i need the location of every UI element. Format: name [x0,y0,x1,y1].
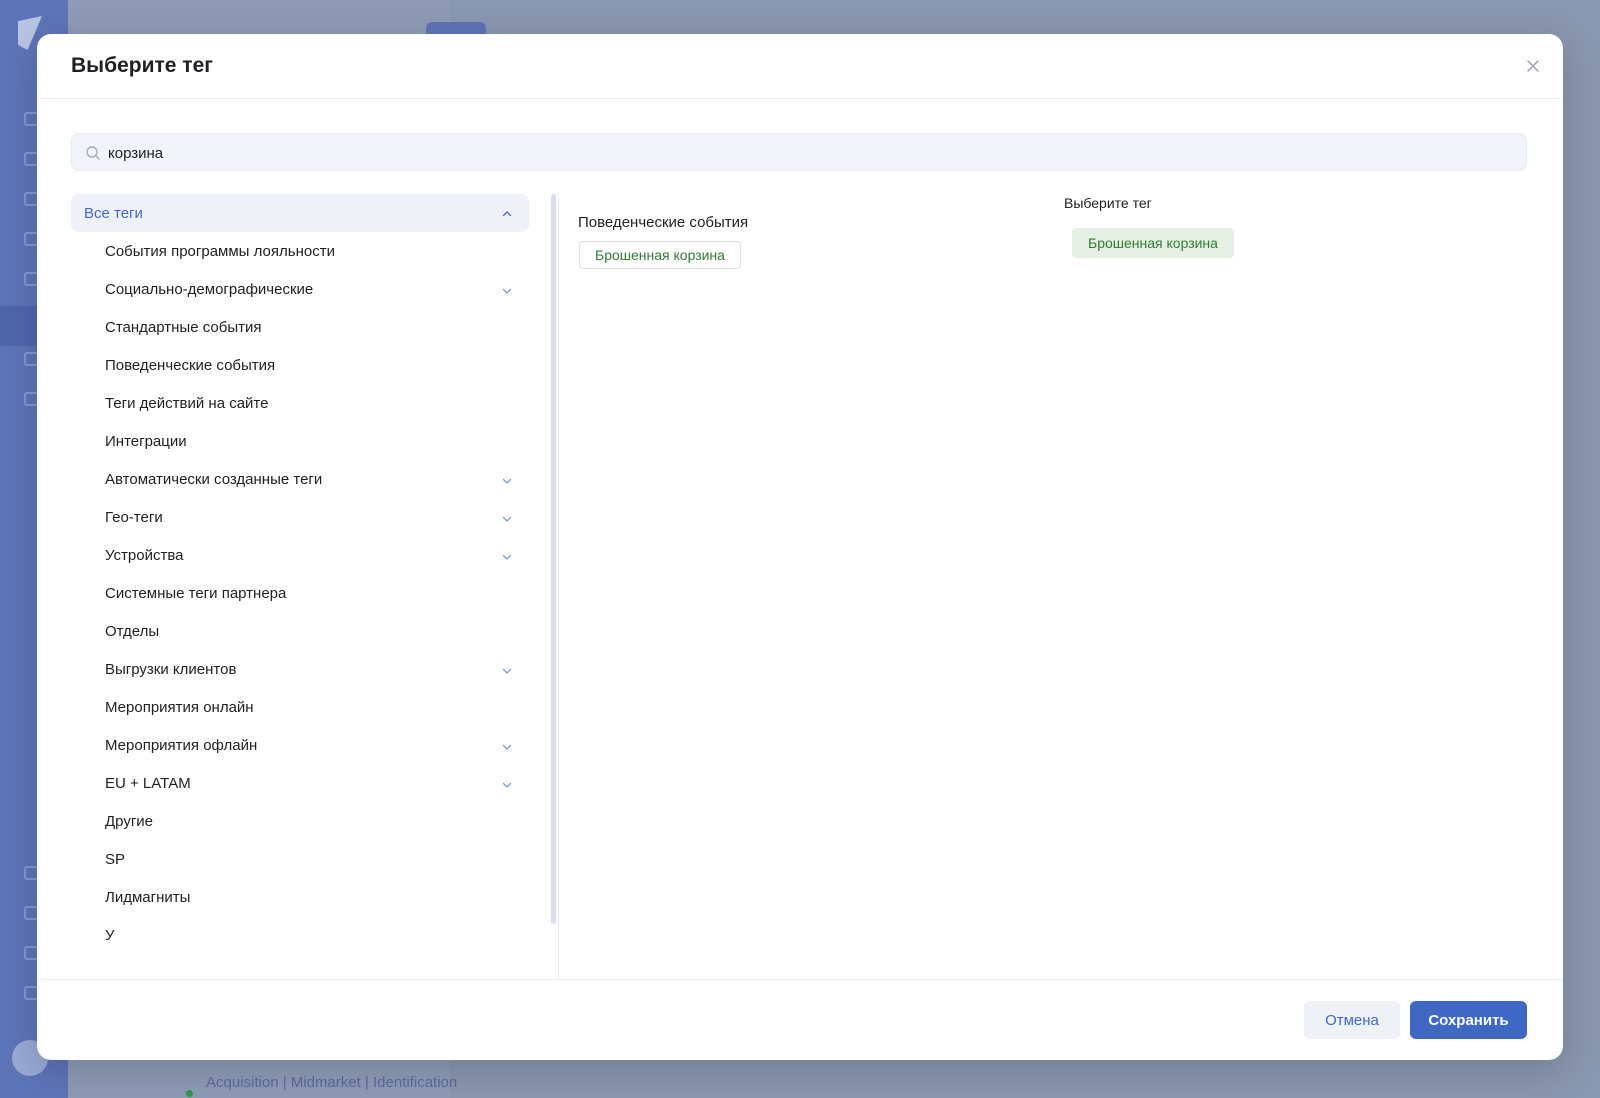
tree-item[interactable]: Стандартные события [71,308,529,346]
tree-item-label: SP [105,851,126,868]
tree-scrollbar[interactable] [551,194,556,924]
save-button[interactable]: Сохранить [1410,1001,1527,1039]
chevron-down-icon[interactable] [501,550,513,568]
tree-item-label: EU + LATAM [105,775,191,792]
tree-item-label: Лидмагниты [105,889,191,906]
selected-tag-abandoned-cart[interactable]: Брошенная корзина [1072,228,1234,258]
list-item: Acquisition | Midmarket | Identification [206,1074,458,1091]
tree-item[interactable]: Мероприятия офлайн [71,726,529,764]
tree-item-label: Теги действий на сайте [105,395,269,412]
tree-item-label: Выгрузки клиентов [105,661,237,678]
chevron-down-icon[interactable] [501,740,513,758]
tree-item-label: Поведенческие события [105,357,276,374]
status-dot [186,1090,193,1097]
tree-item-label: Другие [105,813,154,830]
chevron-down-icon[interactable] [501,284,513,302]
tree-item-label: Устройства [105,547,184,564]
close-icon[interactable] [1521,54,1545,78]
chevron-down-icon[interactable] [501,778,513,796]
tree-item[interactable]: Отделы [71,612,529,650]
chevron-down-icon[interactable] [501,474,513,492]
tree-item[interactable]: Выгрузки клиентов [71,650,529,688]
tree-root-label: Все теги [84,205,143,222]
results-group-title: Поведенческие события [578,214,749,231]
tree-item-label: У [105,927,115,944]
tree-item[interactable]: События программы лояльности [71,232,529,270]
tree-item[interactable]: EU + LATAM [71,764,529,802]
tree-item-label: Социально-демографические [105,281,314,298]
chevron-up-icon [501,207,513,225]
selected-tags-title: Выберите тег [1064,195,1152,211]
tree-item[interactable]: Интеграции [71,422,529,460]
panel-divider [558,194,559,978]
tree-item[interactable]: SP [71,840,529,878]
tree-item[interactable]: Гео-теги [71,498,529,536]
search-icon [85,145,101,161]
tree-item-label: События программы лояльности [105,243,335,260]
tree-item-label: Мероприятия онлайн [105,699,254,716]
tree-item[interactable]: Автоматически созданные теги [71,460,529,498]
tree-item[interactable]: Социально-демографические [71,270,529,308]
cancel-button[interactable]: Отмена [1304,1001,1400,1039]
tree-item-label: Автоматически созданные теги [105,471,323,488]
search-input[interactable] [106,134,1510,172]
tree-item-label: Отделы [105,623,160,640]
tree-item[interactable]: Другие [71,802,529,840]
chevron-down-icon[interactable] [501,512,513,530]
tree-item[interactable]: Мероприятия онлайн [71,688,529,726]
chevron-down-icon[interactable] [501,664,513,682]
tree-item[interactable]: У [71,916,529,954]
tree-item-label: Интеграции [105,433,187,450]
tree-item[interactable]: Лидмагниты [71,878,529,916]
tree-item-label: Мероприятия офлайн [105,737,258,754]
tag-option-abandoned-cart[interactable]: Брошенная корзина [579,241,741,269]
tree-item[interactable]: Поведенческие события [71,346,529,384]
tree-item-label: Системные теги партнера [105,585,287,602]
select-tag-modal: Выберите тег Все теги События программы … [37,34,1563,1060]
modal-title: Выберите тег [71,54,213,77]
modal-header: Выберите тег [37,34,1563,99]
modal-footer: Отмена Сохранить [37,979,1563,1060]
tree-item[interactable]: Устройства [71,536,529,574]
search-field[interactable] [71,133,1527,172]
tree-item-label: Гео-теги [105,509,163,526]
tag-tree: Все теги События программы лояльности Соц… [71,194,531,974]
tree-item-label: Стандартные события [105,319,262,336]
tree-item[interactable]: Системные теги партнера [71,574,529,612]
tree-item-all-tags[interactable]: Все теги [71,194,529,232]
tree-item[interactable]: Теги действий на сайте [71,384,529,422]
